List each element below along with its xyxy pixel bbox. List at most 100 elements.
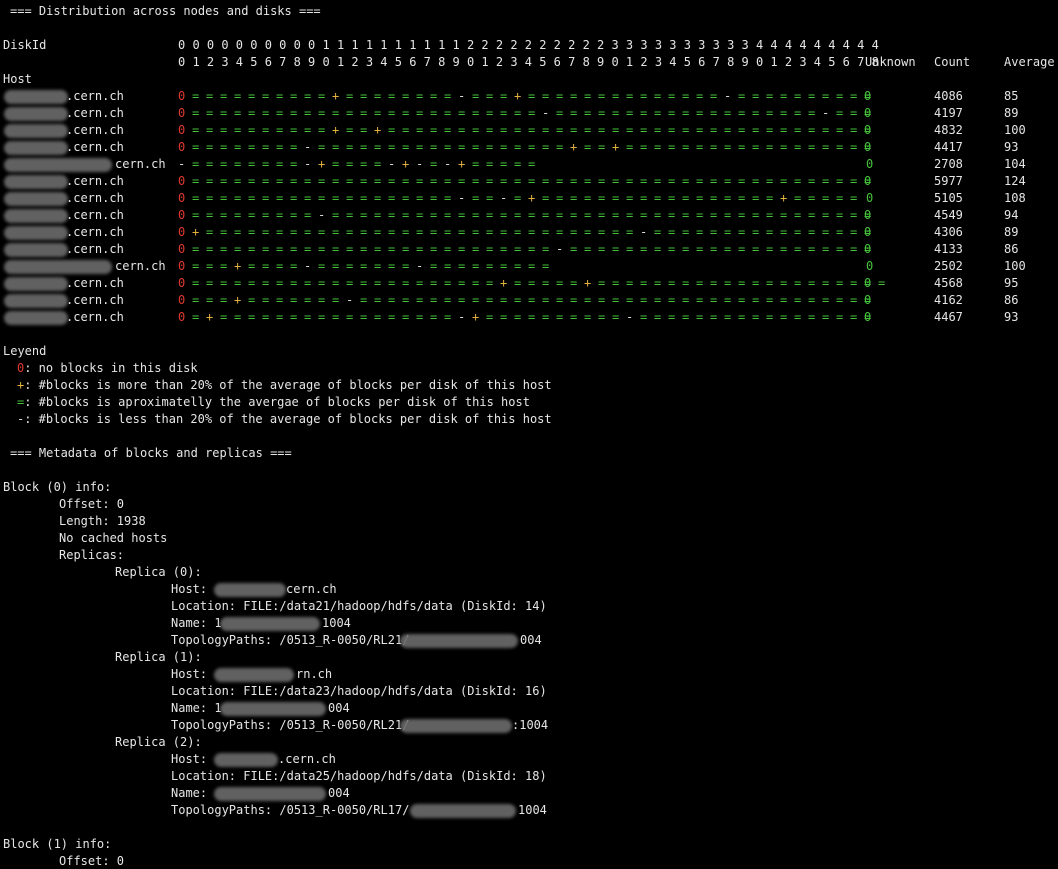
terminal-window[interactable]: === Distribution across nodes and disks …	[0, 0, 1058, 868]
redaction-blur	[4, 192, 68, 206]
disk-cell: =	[220, 174, 228, 188]
disk-cell: =	[822, 123, 830, 137]
disk-cell: =	[206, 157, 214, 171]
disk-cell: =	[668, 208, 676, 222]
disk-cell: =	[822, 225, 830, 239]
disk-cell: =	[304, 225, 312, 239]
disk-cell: =	[626, 208, 634, 222]
disk-cell: =	[234, 242, 242, 256]
disk-cell: =	[598, 276, 606, 290]
disk-cell: =	[486, 276, 494, 290]
disk-cell: =	[794, 208, 802, 222]
disk-cell: =	[598, 293, 606, 307]
disk-cell: =	[584, 310, 592, 324]
disk-cell: =	[584, 89, 592, 103]
disk-cell: =	[514, 208, 522, 222]
average-cell: 89	[1004, 225, 1019, 239]
disk-cell: =	[822, 174, 830, 188]
count-cell: 4133	[934, 242, 963, 256]
disk-cell: =	[640, 89, 648, 103]
disk-cell: =	[444, 225, 452, 239]
host-name: cern.ch	[115, 157, 166, 171]
disk-cell: =	[388, 106, 396, 120]
disk-cell: =	[654, 191, 662, 205]
disk-cell: =	[766, 310, 774, 324]
disk-cell: =	[696, 140, 704, 154]
disk-cell: =	[724, 225, 732, 239]
disk-cell: =	[430, 174, 438, 188]
count-header: Count	[934, 55, 971, 69]
disk-cell: =	[472, 242, 480, 256]
disk-cell: =	[248, 140, 256, 154]
disk-cell: =	[206, 225, 214, 239]
disk-cell: =	[486, 310, 494, 324]
disk-cell: =	[640, 242, 648, 256]
diskid-ones-row: 0 1 2 3 4 5 6 7 8 9 0 1 2 3 4 5 6 7 8 9 …	[178, 55, 879, 69]
disk-cell: =	[206, 293, 214, 307]
disk-cell: =	[766, 89, 774, 103]
disk-cell: +	[458, 157, 466, 171]
disk-cell: =	[248, 174, 256, 188]
disk-cell: =	[640, 310, 648, 324]
disk-cell: =	[206, 276, 214, 290]
disk-cell: =	[318, 276, 326, 290]
disk-cell: =	[682, 276, 690, 290]
disk-cell: =	[598, 242, 606, 256]
disk-cell: =	[752, 106, 760, 120]
disk-cell: =	[668, 310, 676, 324]
disk-cell: =	[612, 89, 620, 103]
redaction-blur	[4, 277, 68, 291]
disk-cell: =	[598, 123, 606, 137]
disk-cell: 0	[178, 140, 186, 154]
disk-cell: =	[724, 174, 732, 188]
redaction-blur	[4, 260, 112, 274]
disk-cell: =	[220, 123, 228, 137]
disk-cell: =	[248, 276, 256, 290]
disk-cell: =	[444, 242, 452, 256]
host-name: .cern.ch	[66, 89, 124, 103]
replica-2-topology: TopologyPaths: /0513_R-0050/RL17/	[171, 803, 410, 817]
disk-cell: =	[724, 208, 732, 222]
redaction-blur	[400, 634, 518, 648]
disk-cell: =	[696, 191, 704, 205]
disk-cell: =	[220, 208, 228, 222]
replica-1-host: Host:	[171, 667, 215, 681]
disk-cell: =	[486, 191, 494, 205]
disk-cell: =	[570, 310, 578, 324]
disk-cell: =	[248, 191, 256, 205]
disk-cell: =	[276, 123, 284, 137]
disk-cell: =	[626, 276, 634, 290]
disk-cell: =	[430, 310, 438, 324]
disk-cell: =	[696, 310, 704, 324]
disk-cell: -	[388, 157, 396, 171]
disk-cell: =	[514, 123, 522, 137]
disk-cell: =	[346, 106, 354, 120]
disk-cell: =	[528, 259, 536, 273]
disk-cell: =	[528, 225, 536, 239]
disk-cell: =	[346, 174, 354, 188]
disk-cell: =	[318, 310, 326, 324]
disk-cell: =	[262, 293, 270, 307]
disk-cell: =	[626, 174, 634, 188]
redaction-blur	[214, 668, 294, 682]
disk-cell: =	[696, 208, 704, 222]
block-0-length: Length: 1938	[59, 514, 146, 528]
average-cell: 93	[1004, 310, 1019, 324]
disk-cell: =	[570, 225, 578, 239]
disk-cell: =	[332, 106, 340, 120]
disk-cell: =	[416, 106, 424, 120]
disk-cell: =	[780, 242, 788, 256]
disk-cell: =	[304, 293, 312, 307]
disk-cell: =	[710, 225, 718, 239]
disk-cell: =	[500, 208, 508, 222]
disk-cell: =	[416, 208, 424, 222]
disk-cell: =	[738, 293, 746, 307]
disk-cell: =	[528, 89, 536, 103]
disk-cell: =	[738, 310, 746, 324]
disk-cell: =	[836, 140, 844, 154]
average-cell: 86	[1004, 293, 1019, 307]
disk-cell: =	[304, 276, 312, 290]
disk-cell: =	[780, 106, 788, 120]
disk-cell: =	[346, 259, 354, 273]
disk-cell: +	[528, 191, 536, 205]
